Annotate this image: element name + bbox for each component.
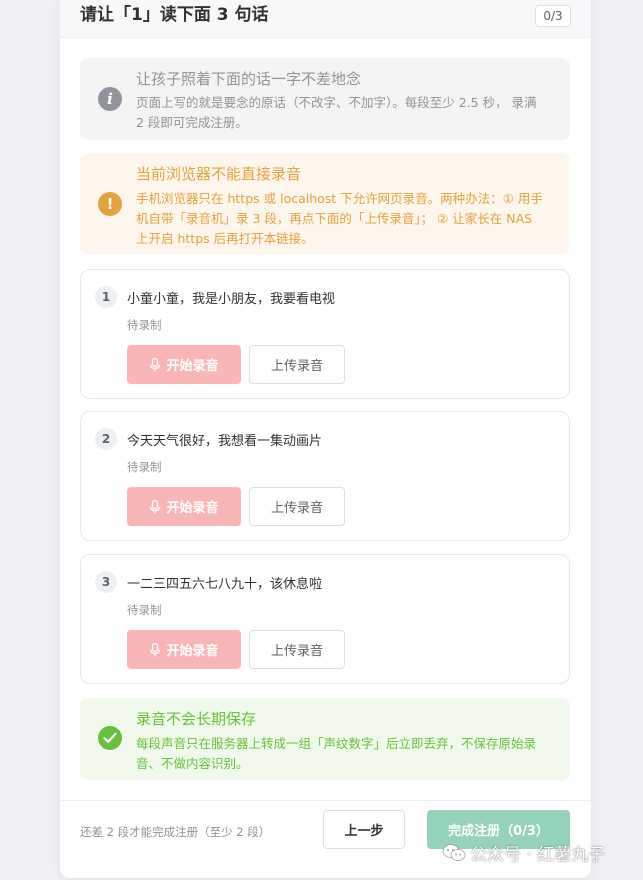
info-alert-title: 让孩子照着下面的话一字不差地念 xyxy=(136,70,362,88)
warning-alert: ! 当前浏览器不能直接录音 手机浏览器只在 https 或 localhost … xyxy=(80,153,570,254)
watermark-text: 公众号 · 红薯丸子 xyxy=(470,845,606,865)
sentence-status: 待录制 xyxy=(127,318,162,332)
sentence-status: 待录制 xyxy=(127,460,162,474)
sentence-text: 今天天气很好，我想看一集动画片 xyxy=(127,434,323,449)
sentence-number: 1 xyxy=(95,286,117,308)
start-recording-button[interactable]: 开始录音 xyxy=(127,345,241,384)
info-alert-desc: 页面上写的就是要念的原话（不改字、不加字）。每段至少 2.5 秒， 录满 2 段… xyxy=(136,95,537,130)
start-recording-label: 开始录音 xyxy=(166,359,219,374)
info-icon: i xyxy=(98,87,122,111)
warning-icon: ! xyxy=(98,192,122,216)
sentence-number: 3 xyxy=(95,571,117,593)
previous-step-button[interactable]: 上一步 xyxy=(323,810,405,849)
dialog-title: 请让「1」读下面 3 句话 xyxy=(80,5,269,25)
start-recording-button[interactable]: 开始录音 xyxy=(127,630,241,669)
sentence-number: 2 xyxy=(95,428,117,450)
sentence-text: 小童小童，我是小朋友，我要看电视 xyxy=(127,292,336,307)
wechat-icon xyxy=(442,843,466,863)
sentence-card-1: 1 小童小童，我是小朋友，我要看电视 待录制 开始录音 上传录音 xyxy=(80,269,570,399)
dialog-header: 请让「1」读下面 3 句话 0/3 xyxy=(60,0,591,38)
watermark: 公众号 · 红薯丸子 xyxy=(442,840,605,865)
upload-recording-button[interactable]: 上传录音 xyxy=(249,630,345,669)
privacy-success-alert: 录音不会长期保存 每段声音只在服务器上转成一组「声纹数字」后立即丢弃，不保存原始… xyxy=(80,698,570,780)
sentence-status: 待录制 xyxy=(127,603,162,617)
warning-alert-title: 当前浏览器不能直接录音 xyxy=(136,165,302,183)
remaining-hint: 还差 2 段才能完成注册（至少 2 段） xyxy=(80,825,271,839)
sentence-text: 一二三四五六七八九十，该休息啦 xyxy=(127,577,323,592)
sentence-card-2: 2 今天天气很好，我想看一集动画片 待录制 开始录音 上传录音 xyxy=(80,411,570,541)
microphone-icon xyxy=(149,499,161,514)
start-recording-label: 开始录音 xyxy=(166,644,219,659)
microphone-icon xyxy=(149,357,161,372)
privacy-alert-title: 录音不会长期保存 xyxy=(136,710,257,728)
dialog-footer: 还差 2 段才能完成注册（至少 2 段） 上一步 完成注册（0/3） xyxy=(60,800,591,878)
sentence-card-3: 3 一二三四五六七八九十，该休息啦 待录制 开始录音 上传录音 xyxy=(80,554,570,684)
upload-recording-button[interactable]: 上传录音 xyxy=(249,345,345,384)
register-voice-dialog: 请让「1」读下面 3 句话 0/3 i 让孩子照着下面的话一字不差地念 页面上写… xyxy=(60,0,591,878)
info-alert: i 让孩子照着下面的话一字不差地念 页面上写的就是要念的原话（不改字、不加字）。… xyxy=(80,58,570,140)
progress-count-badge: 0/3 xyxy=(535,5,571,27)
start-recording-label: 开始录音 xyxy=(166,501,219,516)
warning-alert-desc: 手机浏览器只在 https 或 localhost 下允许网页录音。两种办法：①… xyxy=(136,191,543,246)
upload-recording-button[interactable]: 上传录音 xyxy=(249,487,345,526)
start-recording-button[interactable]: 开始录音 xyxy=(127,487,241,526)
microphone-icon xyxy=(149,642,161,657)
privacy-alert-desc: 每段声音只在服务器上转成一组「声纹数字」后立即丢弃，不保存原始录音、不做内容识别… xyxy=(136,736,537,771)
check-icon xyxy=(98,726,122,750)
